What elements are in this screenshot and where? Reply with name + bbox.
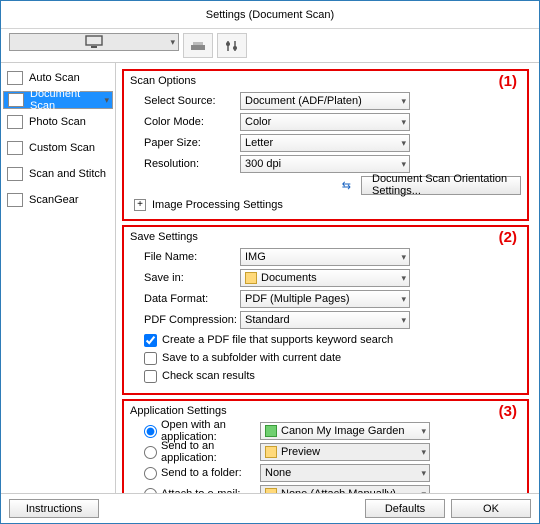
defaults-button[interactable]: Defaults: [365, 499, 445, 518]
label-file-name: File Name:: [130, 251, 240, 263]
select-pdf-compression[interactable]: Standard: [240, 311, 410, 329]
sidebar-label: Custom Scan: [29, 142, 95, 154]
checkbox-subfolder-date[interactable]: [144, 352, 157, 365]
select-source[interactable]: Document (ADF/Platen): [240, 92, 410, 110]
select-resolution[interactable]: 300 dpi: [240, 155, 410, 173]
sidebar: Auto Scan Document Scan Photo Scan Custo…: [1, 63, 116, 493]
sidebar-item-scangear[interactable]: ScanGear: [3, 187, 113, 213]
radio-open-app[interactable]: [144, 425, 157, 438]
checkbox-label: Check scan results: [162, 370, 255, 382]
label-select-source: Select Source:: [130, 95, 240, 107]
doc-icon: [7, 141, 23, 155]
doc-icon: [8, 93, 24, 107]
group-save-settings: (2) Save Settings File Name:IMG Save in:…: [122, 225, 529, 395]
doc-icon: [7, 193, 23, 207]
group-number: (2): [499, 229, 517, 246]
select-data-format[interactable]: PDF (Multiple Pages): [240, 290, 410, 308]
sidebar-item-document-scan[interactable]: Document Scan: [3, 91, 113, 109]
label-pdf-compression: PDF Compression:: [130, 314, 240, 326]
group-title: Save Settings: [130, 231, 521, 243]
select-color-mode[interactable]: Color: [240, 113, 410, 131]
checkbox-label: Create a PDF file that supports keyword …: [162, 334, 393, 346]
sidebar-item-photo-scan[interactable]: Photo Scan: [3, 109, 113, 135]
plus-icon: +: [134, 199, 146, 211]
monitor-icon: [85, 35, 103, 49]
group-title: Scan Options: [130, 75, 521, 87]
radio-label: Send to a folder:: [161, 467, 242, 479]
sidebar-label: Photo Scan: [29, 116, 86, 128]
select-send-folder: None: [260, 464, 430, 482]
window-title: Settings (Document Scan): [206, 9, 334, 21]
footer: Instructions Defaults OK: [1, 493, 539, 523]
orientation-settings-button[interactable]: Document Scan Orientation Settings...: [361, 176, 521, 195]
label-save-in: Save in:: [130, 272, 240, 284]
tab-from-scanner[interactable]: [183, 33, 213, 58]
sidebar-label: Document Scan: [30, 88, 108, 112]
checkbox-label: Save to a subfolder with current date: [162, 352, 341, 364]
label-resolution: Resolution:: [130, 158, 240, 170]
radio-label: Attach to e-mail:: [161, 488, 240, 493]
select-attach-email: None (Attach Manually): [260, 485, 430, 493]
radio-label: Send to an application:: [161, 440, 260, 464]
sidebar-label: Scan and Stitch: [29, 168, 106, 180]
tab-tools[interactable]: [217, 33, 247, 58]
doc-icon: [7, 71, 23, 85]
titlebar: Settings (Document Scan): [1, 1, 539, 29]
expand-image-processing[interactable]: + Image Processing Settings: [130, 199, 521, 211]
folder-icon: [265, 446, 277, 458]
group-scan-options: (1) Scan Options Select Source:Document …: [122, 69, 529, 221]
group-title: Application Settings: [130, 405, 521, 417]
select-paper-size[interactable]: Letter: [240, 134, 410, 152]
label-paper-size: Paper Size:: [130, 137, 240, 149]
mail-icon: [265, 488, 277, 493]
sidebar-label: ScanGear: [29, 194, 79, 206]
tab-from-computer[interactable]: [9, 33, 179, 51]
group-number: (3): [499, 403, 517, 420]
sidebar-item-scan-and-stitch[interactable]: Scan and Stitch: [3, 161, 113, 187]
group-number: (1): [499, 73, 517, 90]
select-save-in[interactable]: Documents: [240, 269, 410, 287]
app-icon: [265, 425, 277, 437]
select-file-name[interactable]: IMG: [240, 248, 410, 266]
doc-icon: [7, 167, 23, 181]
select-open-app[interactable]: Canon My Image Garden: [260, 422, 430, 440]
label-data-format: Data Format:: [130, 293, 240, 305]
label-color-mode: Color Mode:: [130, 116, 240, 128]
sidebar-item-custom-scan[interactable]: Custom Scan: [3, 135, 113, 161]
sliders-icon: [223, 39, 241, 53]
radio-attach-email[interactable]: [144, 488, 157, 494]
select-send-app: Preview: [260, 443, 430, 461]
main-panel: (1) Scan Options Select Source:Document …: [116, 63, 539, 493]
ok-button[interactable]: OK: [451, 499, 531, 518]
checkbox-keyword-pdf[interactable]: [144, 334, 157, 347]
checkbox-check-results[interactable]: [144, 370, 157, 383]
expand-label: Image Processing Settings: [152, 199, 283, 211]
refresh-icon[interactable]: ⇆: [342, 179, 351, 192]
folder-icon: [245, 272, 257, 284]
sidebar-label: Auto Scan: [29, 72, 80, 84]
toolbar: [1, 29, 539, 63]
instructions-button[interactable]: Instructions: [9, 499, 99, 518]
radio-send-app[interactable]: [144, 446, 157, 459]
scanner-icon: [189, 39, 207, 53]
doc-icon: [7, 115, 23, 129]
group-application-settings: (3) Application Settings Open with an ap…: [122, 399, 529, 493]
body: Auto Scan Document Scan Photo Scan Custo…: [1, 63, 539, 493]
settings-window: Settings (Document Scan) Auto Scan Docum…: [0, 0, 540, 524]
radio-send-folder[interactable]: [144, 467, 157, 480]
